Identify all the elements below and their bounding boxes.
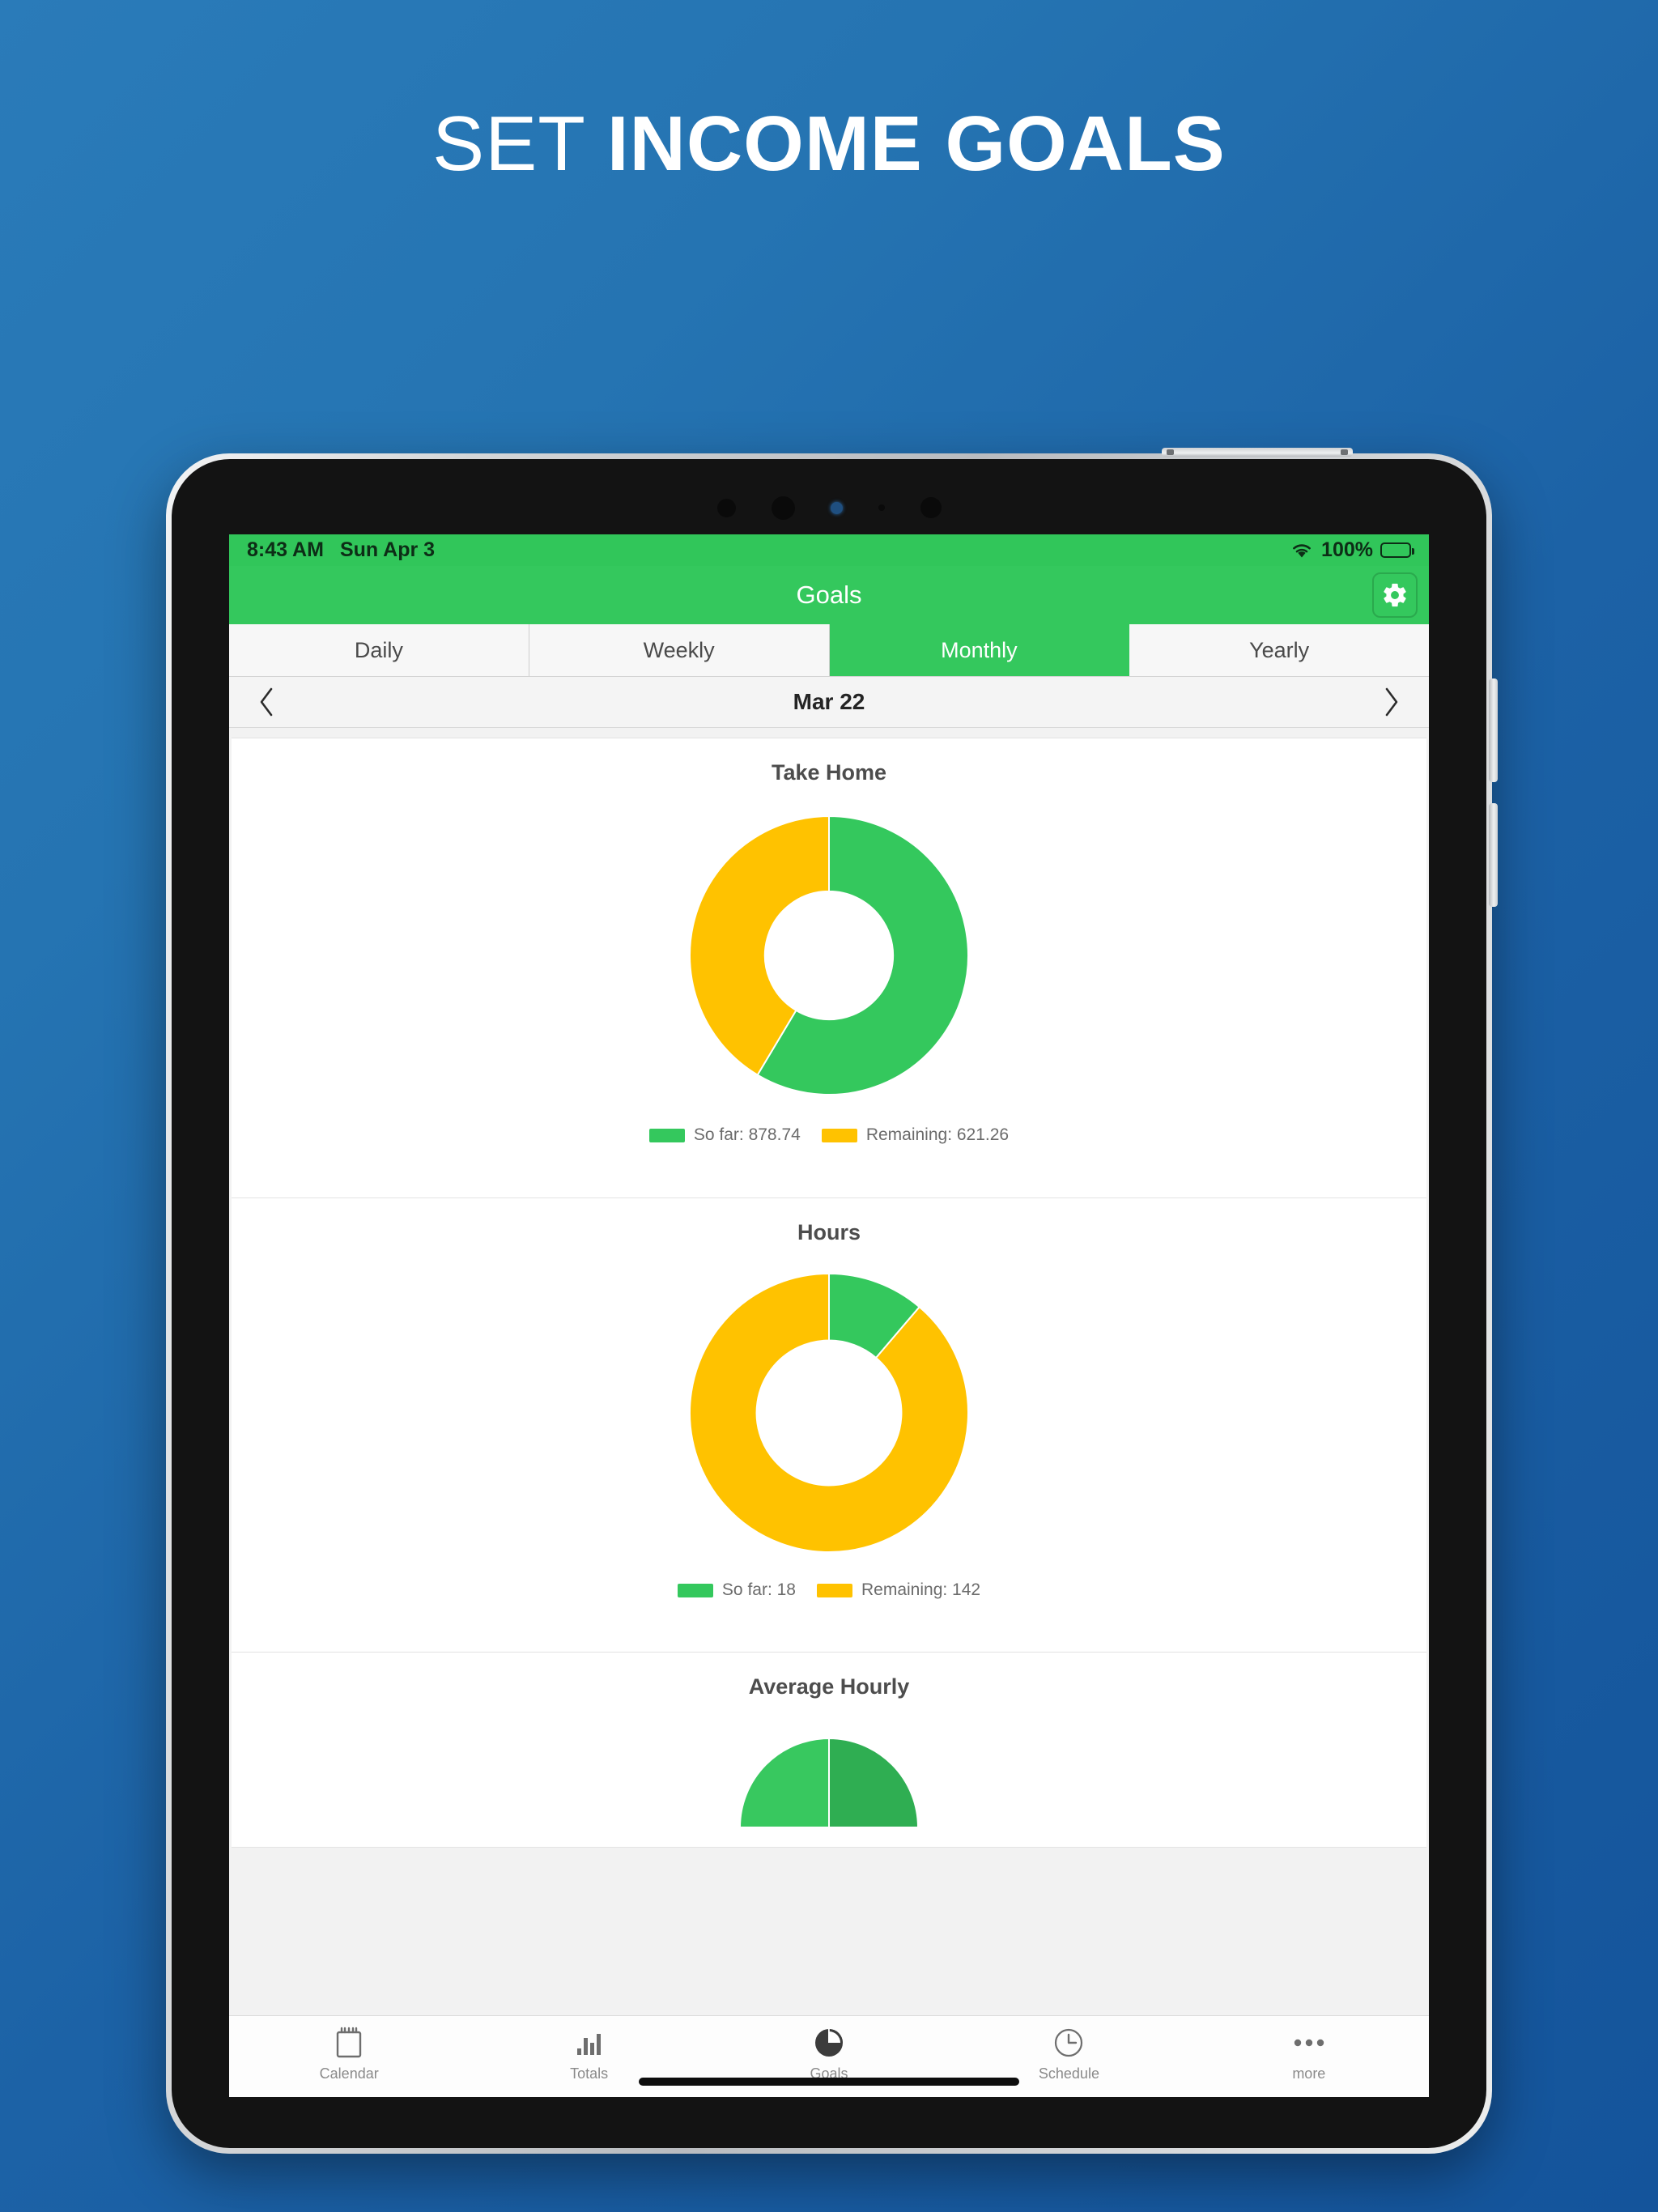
legend-swatch-so-far [648,1128,685,1142]
card-average-hourly: Average Hourly [232,1653,1426,1848]
status-bar-left: 8:43 AM Sun Apr 3 [247,538,435,562]
chart-take-home [232,785,1426,1125]
tab-bar-item-calendar[interactable]: Calendar [229,2016,469,2082]
date-navigator: Mar 22 [229,677,1429,728]
front-camera-icon [771,496,795,520]
chevron-left-icon [257,687,275,717]
card-title-hours: Hours [797,1220,861,1244]
power-button[interactable] [1162,448,1353,457]
chevron-right-icon [1383,687,1401,717]
sensor-dot-icon [716,498,736,517]
tab-yearly[interactable]: Yearly [1129,624,1429,676]
goals-scroll-content[interactable]: Take Home So far: 878.74 Remaining: 621.… [229,728,1429,2015]
gear-icon [1381,581,1409,609]
home-indicator[interactable] [639,2078,1019,2086]
legend-label-so-far: So far: 878.74 [693,1125,801,1144]
status-bar-right: 100% [1290,538,1414,562]
current-period-label: Mar 22 [793,689,865,714]
tab-bar-label-more: more [1292,2065,1326,2082]
tab-bar-label-calendar: Calendar [319,2065,379,2082]
legend-item: So far: 18 [677,1580,796,1600]
volume-up-button[interactable] [1489,678,1498,782]
card-title-average-hourly: Average Hourly [748,1674,910,1699]
legend-swatch-remaining [821,1128,857,1142]
bottom-tab-bar[interactable]: Calendar Totals Goals Schedule more [229,2015,1429,2097]
status-bar: 8:43 AM Sun Apr 3 100% [229,534,1429,566]
status-bar-time: 8:43 AM [247,538,324,561]
tab-monthly[interactable]: Monthly [829,624,1130,676]
status-bar-date: Sun Apr 3 [339,538,436,561]
pie-chart-icon [811,2025,847,2061]
legend-item: Remaining: 621.26 [821,1125,1010,1145]
tablet-device-mockup: 8:43 AM Sun Apr 3 100% Goals Daily Weekl… [166,448,1498,2154]
legend-hours: So far: 18 Remaining: 142 [232,1580,1426,1600]
clock-icon [1051,2025,1086,2061]
legend-label-remaining: Remaining: 621.26 [865,1125,1010,1144]
tab-bar-item-totals[interactable]: Totals [469,2016,708,2082]
app-screen: 8:43 AM Sun Apr 3 100% Goals Daily Weekl… [229,534,1429,2097]
donut-chart-hours [689,1272,969,1553]
page-title: SET INCOME GOALS [0,103,1658,185]
legend-item: Remaining: 142 [816,1580,981,1600]
app-navigation-bar: Goals [229,566,1429,624]
period-segmented-control[interactable]: Daily Weekly Monthly Yearly [229,624,1429,677]
screenshot-canvas: SET INCOME GOALS 8:43 AM Sun Apr 3 100% … [0,0,1658,2212]
card-title-take-home: Take Home [771,760,887,785]
settings-button[interactable] [1372,572,1418,618]
legend-label-so-far: So far: 18 [721,1580,796,1599]
tab-bar-item-more[interactable]: more [1189,2016,1429,2082]
calendar-icon [333,2025,365,2061]
page-title-light: SET [432,100,607,187]
bar-chart-icon [574,2025,605,2061]
microphone-icon [878,504,885,511]
tab-bar-label-totals: Totals [570,2065,609,2082]
donut-chart-take-home [689,815,969,1095]
tab-bar-item-goals[interactable]: Goals [709,2016,949,2082]
volume-down-button[interactable] [1489,803,1498,907]
wifi-icon [1290,542,1314,559]
chart-hours [232,1245,1426,1580]
ellipsis-icon [1292,2025,1326,2061]
ambient-light-sensor-icon [830,501,843,514]
card-take-home: Take Home So far: 878.74 Remaining: 621.… [232,738,1426,1198]
legend-take-home: So far: 878.74 Remaining: 621.26 [232,1125,1426,1145]
battery-percent-label: 100% [1321,538,1373,561]
next-period-button[interactable] [1374,684,1409,720]
legend-label-remaining: Remaining: 142 [861,1580,981,1599]
face-id-sensor-icon [920,497,942,518]
legend-swatch-remaining [816,1583,852,1597]
page-title-bold: INCOME GOALS [606,100,1226,187]
gauge-chart-average-hourly [738,1737,920,1827]
tab-daily[interactable]: Daily [229,624,529,676]
battery-full-icon [1380,542,1414,558]
legend-swatch-so-far [677,1583,713,1597]
front-sensor-array [172,493,1486,522]
tab-weekly[interactable]: Weekly [529,624,830,676]
tab-bar-label-schedule: Schedule [1038,2065,1099,2082]
legend-item: So far: 878.74 [648,1125,801,1145]
previous-period-button[interactable] [249,684,284,720]
app-title: Goals [796,581,862,609]
tab-bar-item-schedule[interactable]: Schedule [949,2016,1188,2082]
card-hours: Hours So far: 18 Remaining: 142 [232,1198,1426,1653]
chart-average-hourly [232,1706,1426,1827]
